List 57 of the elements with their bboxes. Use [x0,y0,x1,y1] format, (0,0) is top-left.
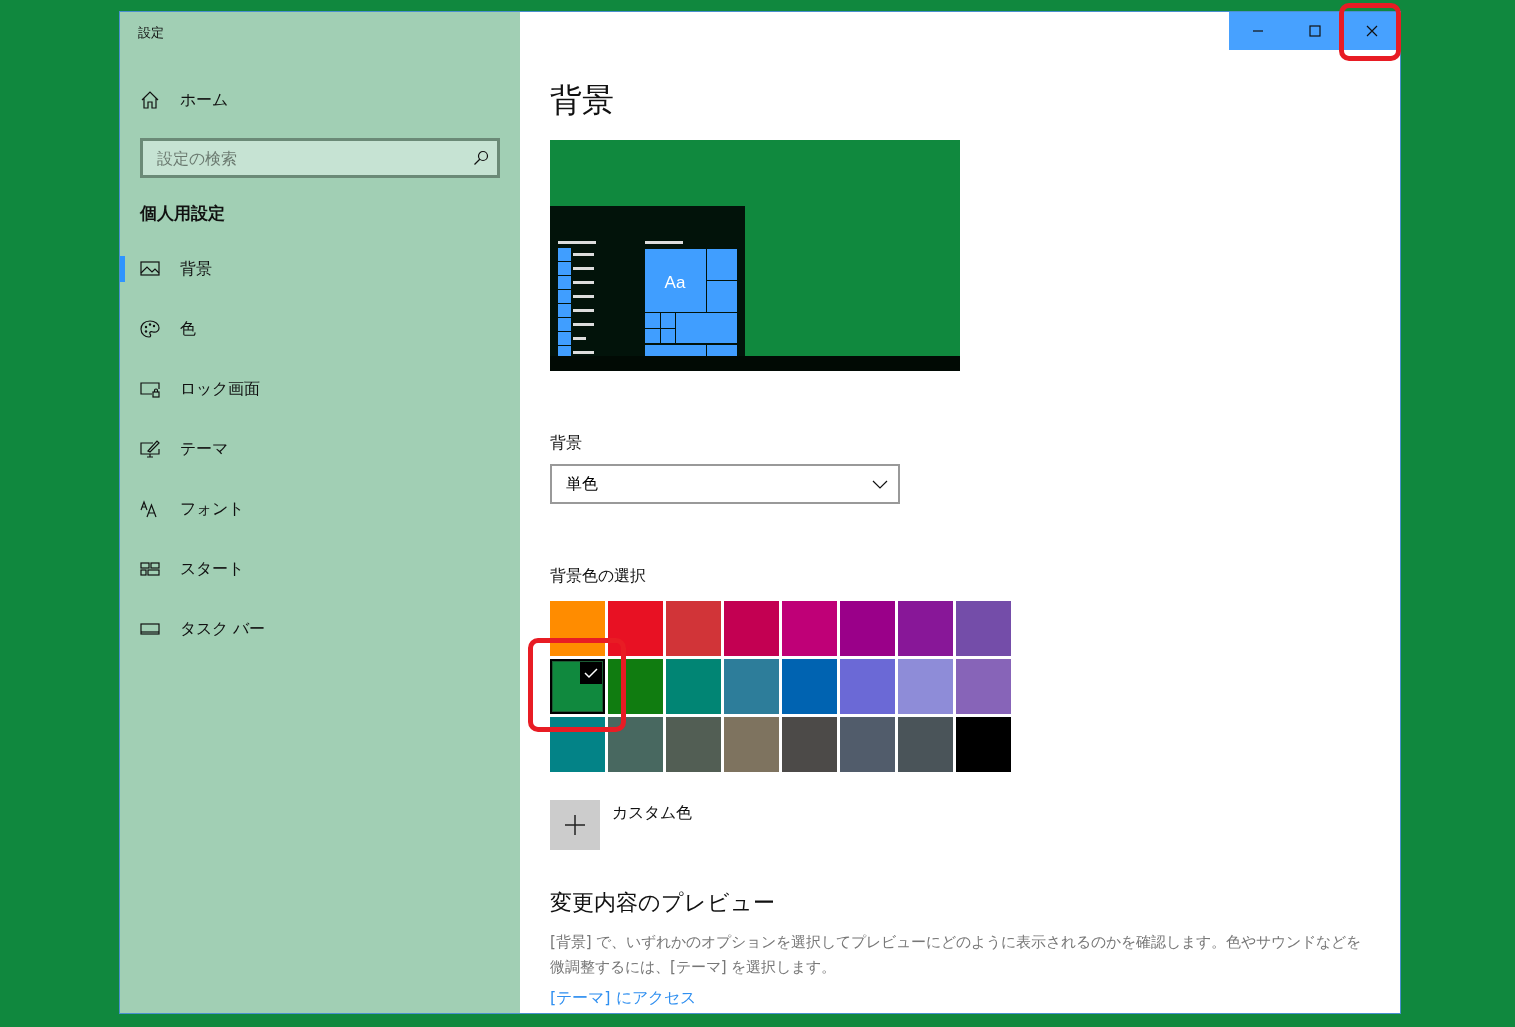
description-text: [背景] で、いずれかのオプションを選択してプレビューにどのように表示されるのかを確認します。色やサウンドなどを微調整するには、[テーマ] を選択します。 [550,932,1362,978]
sidebar-item[interactable]: フォント [120,489,520,529]
highlight-frame [1339,3,1401,61]
section-label: 背景色の選択 [550,566,646,587]
color-swatch[interactable] [782,717,837,772]
color-swatch[interactable] [898,659,953,714]
color-swatch[interactable] [782,659,837,714]
sidebar-item[interactable]: 色 [120,309,520,349]
search-icon [473,150,489,166]
close-icon [1365,25,1378,37]
color-swatch[interactable] [608,659,663,714]
sidebar-item[interactable]: タスク バー [120,609,520,649]
color-swatch[interactable] [666,601,721,656]
add-custom-color-button[interactable] [550,800,600,850]
page-title: 背景 [550,80,614,121]
color-swatch[interactable] [724,601,779,656]
picture-icon [140,259,160,279]
checkmark-icon [580,662,602,684]
custom-color-label: カスタム色 [612,803,692,824]
maximize-icon [1308,25,1321,37]
background-dropdown[interactable]: 単色 [550,464,900,504]
start-grid-icon [140,559,160,579]
sidebar-item[interactable]: 背景 [120,249,520,289]
chevron-down-icon [872,479,888,489]
section-heading: 変更内容のプレビュー [550,889,775,917]
color-swatch[interactable] [608,717,663,772]
home-icon [140,90,160,110]
field-label: 背景 [550,433,582,454]
color-swatch[interactable] [840,601,895,656]
sidebar-item[interactable]: テーマ [120,429,520,469]
color-swatch[interactable] [840,659,895,714]
color-swatch[interactable] [898,717,953,772]
color-swatch[interactable] [666,717,721,772]
palette-icon [140,319,160,339]
color-swatch[interactable] [608,601,663,656]
sidebar-item[interactable]: スタート [120,549,520,589]
plus-icon [564,814,586,836]
section-heading: 個人用設定 [140,202,226,225]
color-swatch[interactable] [956,601,1011,656]
brush-monitor-icon [140,439,160,459]
lock-screen-icon [140,379,160,399]
color-swatch[interactable] [956,659,1011,714]
sidebar-item[interactable]: ロック画面 [120,369,520,409]
color-swatch[interactable] [782,601,837,656]
color-swatch[interactable] [724,659,779,714]
window-title: 設定 [138,24,165,42]
color-swatch[interactable] [840,717,895,772]
search-field[interactable]: 設定の検索 [140,138,500,178]
color-swatch[interactable] [956,717,1011,772]
color-swatch[interactable] [666,659,721,714]
desktop-preview-drawing: Aa [550,140,960,371]
theme-link[interactable]: [テーマ] にアクセス [550,988,696,1009]
color-swatch[interactable] [550,601,605,656]
home-link[interactable]: ホーム [120,80,520,120]
color-swatch[interactable] [724,717,779,772]
color-swatch[interactable] [898,601,953,656]
color-swatch[interactable] [550,659,605,714]
